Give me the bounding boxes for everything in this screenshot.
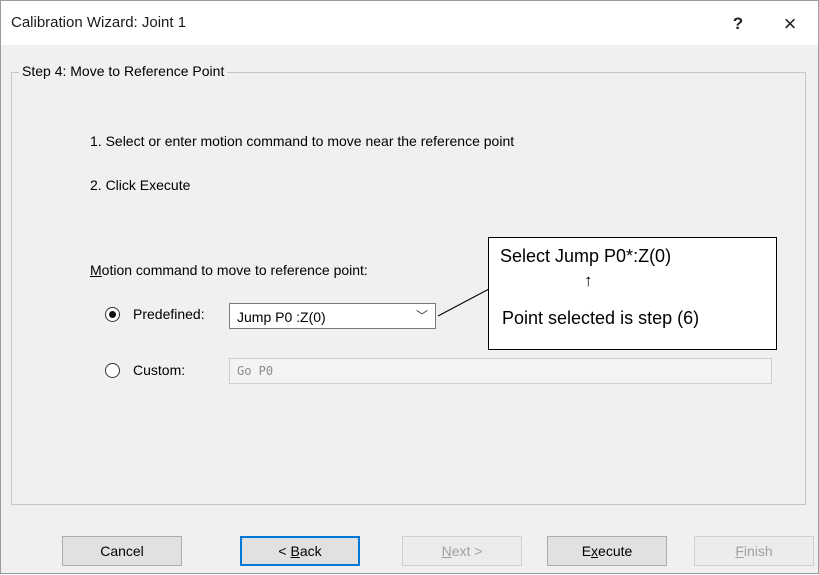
instruction-2: 2. Click Execute (90, 177, 191, 193)
execute-button[interactable]: Execute (547, 536, 667, 566)
custom-radio[interactable] (105, 363, 120, 378)
predefined-command-value: Jump P0 :Z(0) (237, 309, 326, 325)
predefined-label[interactable]: Predefined: (133, 306, 205, 322)
chevron-down-icon: ﹀ (415, 309, 428, 323)
callout-text-1: Select Jump P0*:Z(0) (500, 246, 672, 266)
title-bar: Calibration Wizard: Joint 1 ? × (1, 1, 818, 45)
help-button[interactable]: ? (723, 10, 753, 38)
back-button[interactable]: < Back (240, 536, 360, 566)
window-title: Calibration Wizard: Joint 1 (11, 14, 187, 31)
predefined-command-dropdown[interactable]: Jump P0 :Z(0) ﹀ (229, 303, 436, 329)
motion-command-label: Motion command to move to reference poin… (90, 262, 368, 278)
custom-command-input[interactable]: Go P0 (229, 358, 772, 384)
finish-button[interactable]: Finish (694, 536, 814, 566)
calibration-wizard-dialog: Calibration Wizard: Joint 1 ? × Step 4: … (0, 0, 819, 574)
up-arrow-icon: ↑ (584, 271, 593, 290)
annotation-callout: Select Jump P0*:Z(0) ↑ Point selected is… (488, 237, 777, 350)
predefined-radio[interactable] (105, 307, 120, 322)
cancel-button[interactable]: Cancel (62, 536, 182, 566)
step-legend: Step 4: Move to Reference Point (19, 63, 228, 79)
callout-text-2: Point selected is step (6) (502, 308, 700, 328)
close-button[interactable]: × (775, 10, 805, 38)
next-button[interactable]: Next > (402, 536, 522, 566)
instruction-1: 1. Select or enter motion command to mov… (90, 133, 515, 149)
custom-label[interactable]: Custom: (133, 362, 185, 378)
